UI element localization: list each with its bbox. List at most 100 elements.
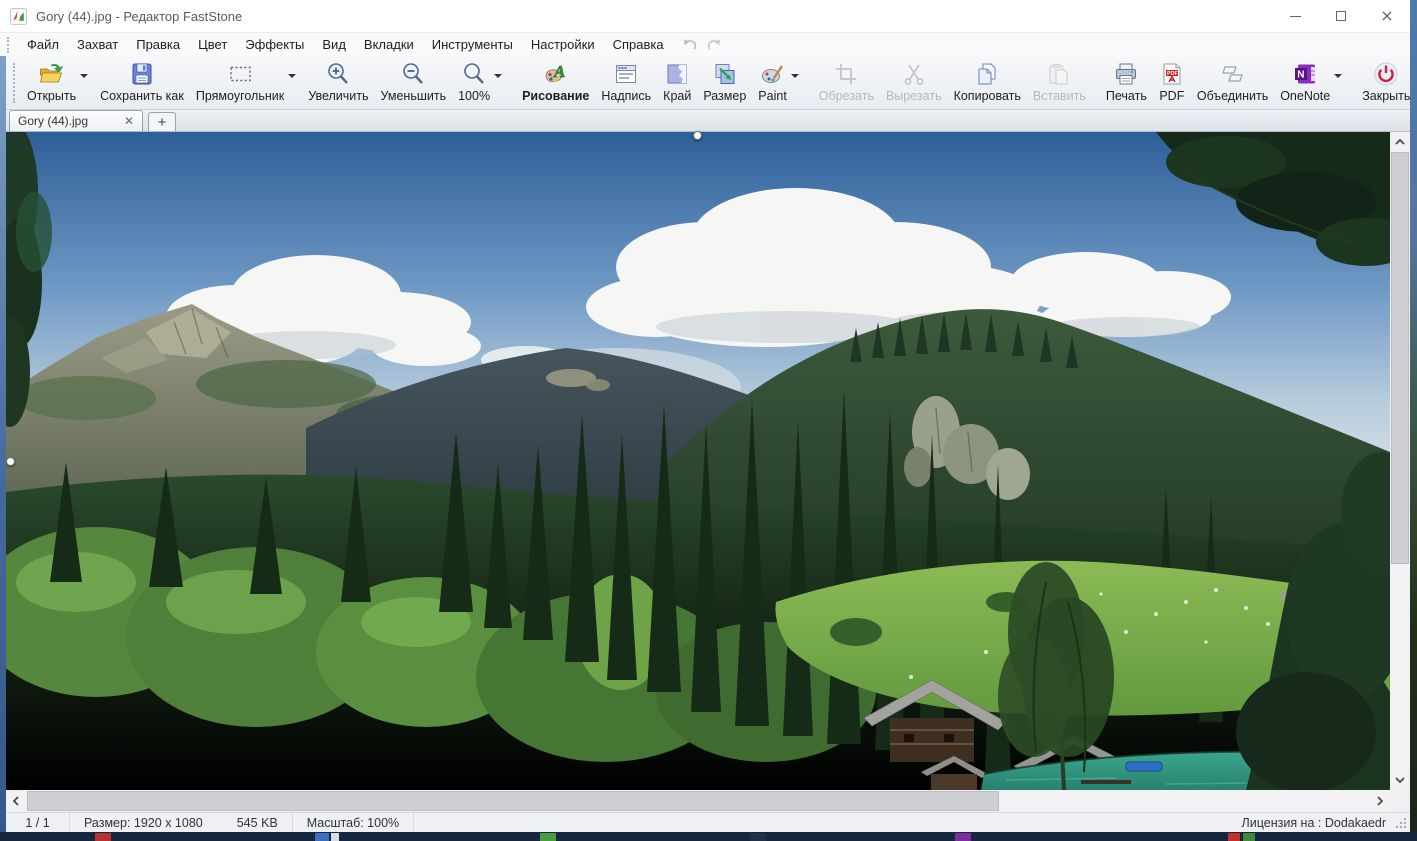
copy-label: Копировать (954, 89, 1021, 103)
tab-close-icon[interactable]: ✕ (124, 115, 134, 127)
menubar-grip[interactable] (7, 37, 12, 53)
edge-label: Край (663, 89, 691, 103)
desktop-icon-fragment (540, 833, 556, 841)
menu-tools[interactable]: Инструменты (423, 35, 522, 54)
desktop-edge-right (1410, 0, 1417, 841)
svg-text:N: N (1297, 70, 1304, 81)
zoom-in-label: Увеличить (308, 89, 368, 103)
scroll-right-button[interactable] (1370, 791, 1390, 811)
open-folder-icon (38, 61, 65, 87)
edge-button[interactable]: Край (657, 56, 697, 109)
image-canvas[interactable] (6, 132, 1390, 790)
open-label: Открыть (27, 89, 76, 103)
open-dropdown-icon[interactable] (80, 74, 88, 78)
new-tab-button[interactable]: + (148, 112, 176, 131)
maximize-button[interactable] (1318, 0, 1364, 32)
tab-gory-44[interactable]: Gory (44).jpg ✕ (9, 110, 143, 131)
scrollbar-corner (1390, 790, 1410, 812)
draw-button[interactable]: A Рисование (516, 56, 595, 109)
menu-file[interactable]: Файл (18, 35, 68, 54)
zoom-out-icon (400, 61, 426, 87)
crop-icon (833, 61, 859, 87)
zoom-in-button[interactable]: Увеличить (302, 56, 374, 109)
zoom-actual-icon (461, 61, 487, 87)
open-button[interactable]: Открыть (21, 56, 94, 109)
window-title: Gory (44).jpg - Редактор FastStone (36, 9, 242, 24)
onenote-dropdown-icon[interactable] (1334, 74, 1342, 78)
resize-handle-left[interactable] (6, 457, 15, 466)
merge-label: Объединить (1197, 89, 1268, 103)
menu-color[interactable]: Цвет (189, 35, 236, 54)
vertical-scrollbar[interactable] (1390, 132, 1410, 790)
status-file-size: 545 KB (237, 816, 278, 830)
redo-icon[interactable] (705, 37, 723, 53)
menu-settings[interactable]: Настройки (522, 35, 604, 54)
desktop-icon-fragment (1228, 833, 1240, 841)
rectangle-select-button[interactable]: Прямоугольник (190, 56, 302, 109)
paint-dropdown-icon[interactable] (791, 74, 799, 78)
print-button[interactable]: Печать (1100, 56, 1153, 109)
close-button[interactable]: × (1364, 0, 1410, 32)
zoom-out-button[interactable]: Уменьшить (375, 56, 453, 109)
svg-text:PDF: PDF (1167, 71, 1178, 77)
desktop-icons-strip (0, 832, 1417, 841)
draw-label: Рисование (522, 89, 589, 103)
rectangle-dropdown-icon[interactable] (288, 74, 296, 78)
paste-button: Вставить (1027, 56, 1092, 109)
cut-icon (901, 61, 927, 87)
close-file-button[interactable]: Закрыть (1356, 56, 1416, 109)
horizontal-scroll-thumb[interactable] (27, 791, 999, 811)
menu-view[interactable]: Вид (313, 35, 355, 54)
desktop-icon-fragment (315, 833, 329, 841)
maximize-icon (1336, 11, 1346, 21)
new-tab-icon: + (158, 114, 167, 131)
horizontal-scrollbar[interactable] (6, 790, 1390, 812)
vertical-scroll-thumb[interactable] (1391, 152, 1409, 564)
onenote-icon: N (1292, 61, 1318, 87)
merge-icon (1220, 61, 1246, 87)
rectangle-select-label: Прямоугольник (196, 89, 284, 103)
minimize-button[interactable] (1272, 0, 1318, 32)
scroll-down-button[interactable] (1390, 770, 1410, 790)
print-label: Печать (1106, 89, 1147, 103)
paste-icon (1046, 61, 1072, 87)
save-as-button[interactable]: Сохранить как (94, 56, 190, 109)
status-page-indicator: 1 / 1 (6, 813, 70, 832)
pdf-button[interactable]: PDF PDF (1153, 56, 1191, 109)
toolbar: Открыть Сохранить как (6, 56, 1410, 110)
zoom-actual-label: 100% (458, 89, 490, 103)
annotate-icon (613, 61, 639, 87)
resize-handle-top[interactable] (693, 131, 702, 140)
zoom-dropdown-icon[interactable] (494, 74, 502, 78)
paint-button[interactable]: Paint (752, 56, 805, 109)
paste-label: Вставить (1033, 89, 1086, 103)
onenote-button[interactable]: N OneNote (1274, 56, 1348, 109)
copy-button[interactable]: Копировать (948, 56, 1027, 109)
statusbar: 1 / 1 Размер: 1920 x 1080 545 KB Масштаб… (6, 812, 1410, 832)
scroll-up-button[interactable] (1390, 132, 1410, 152)
toolbar-grip[interactable] (13, 63, 15, 103)
menu-tabs[interactable]: Вкладки (355, 35, 423, 54)
menu-effects[interactable]: Эффекты (236, 35, 313, 54)
zoom-actual-button[interactable]: 100% (452, 56, 508, 109)
scroll-left-button[interactable] (6, 791, 26, 811)
desktop-icon-fragment (1243, 833, 1255, 841)
cut-button: Вырезать (880, 56, 948, 109)
annotate-button[interactable]: Надпись (595, 56, 657, 109)
menu-edit[interactable]: Правка (127, 35, 189, 54)
resize-button[interactable]: Размер (697, 56, 752, 109)
print-icon (1113, 61, 1139, 87)
pdf-label: PDF (1159, 89, 1184, 103)
zoom-out-label: Уменьшить (381, 89, 447, 103)
paint-icon (760, 61, 786, 87)
close-app-icon (1373, 61, 1399, 87)
menu-help[interactable]: Справка (604, 35, 673, 54)
menu-capture[interactable]: Захват (68, 35, 127, 54)
undo-icon[interactable] (681, 37, 699, 53)
resize-grip-icon[interactable] (1394, 816, 1407, 829)
status-size-group: Размер: 1920 x 1080 545 KB (70, 813, 293, 832)
menubar: Файл Захват Правка Цвет Эффекты Вид Вкла… (0, 32, 1410, 56)
resize-label: Размер (703, 89, 746, 103)
close-icon: × (1380, 8, 1393, 24)
merge-button[interactable]: Объединить (1191, 56, 1274, 109)
